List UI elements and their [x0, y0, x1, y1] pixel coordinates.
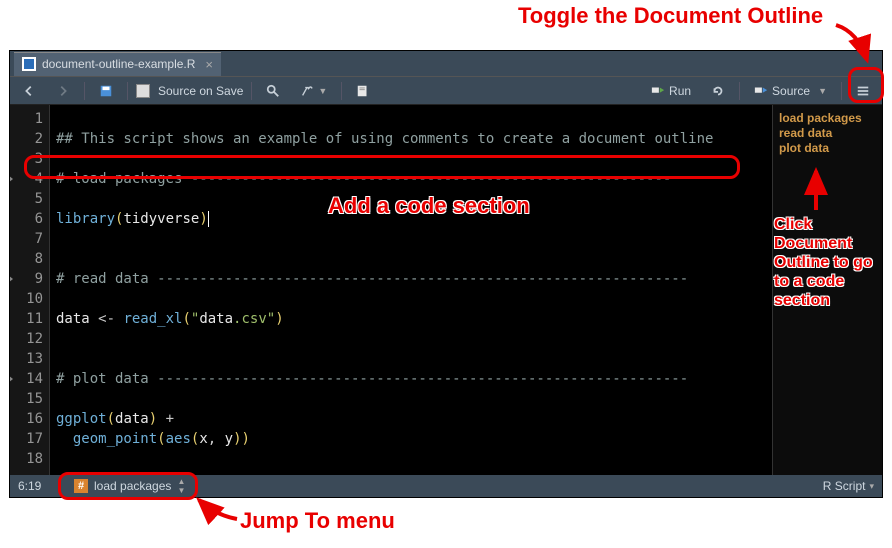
outline-item[interactable]: plot data — [777, 141, 878, 156]
annotation-toggle-outline: Toggle the Document Outline — [518, 3, 823, 29]
separator — [84, 82, 85, 100]
source-on-save-label: Source on Save — [158, 84, 243, 98]
editor-toolbar: Source on Save ▼ Run Source▼ — [10, 77, 882, 105]
cursor-position: 6:19 — [18, 479, 68, 493]
file-tab[interactable]: document-outline-example.R × — [14, 52, 221, 76]
code-tools-button[interactable]: ▼ — [294, 82, 333, 100]
compile-report-button[interactable] — [350, 82, 376, 100]
outline-item[interactable]: read data — [777, 126, 878, 141]
run-label: Run — [669, 84, 691, 98]
toggle-outline-button[interactable] — [850, 82, 876, 100]
separator — [739, 82, 740, 100]
close-tab-icon[interactable]: × — [205, 57, 213, 72]
annotation-jump-menu: Jump To menu — [240, 508, 395, 534]
separator — [841, 82, 842, 100]
language-mode[interactable]: R Script ▾ — [823, 479, 874, 493]
nav-back-button[interactable] — [16, 82, 42, 100]
file-tab-label: document-outline-example.R — [42, 57, 195, 71]
ide-window: document-outline-example.R × Source on S… — [9, 50, 883, 498]
separator — [251, 82, 252, 100]
status-bar: 6:19 # load packages ▲▼ R Script ▾ — [10, 475, 882, 497]
jump-to-label: load packages — [94, 479, 171, 493]
save-button[interactable] — [93, 82, 119, 100]
code-editor[interactable]: ## This script shows an example of using… — [50, 105, 772, 475]
source-label: Source — [772, 84, 810, 98]
tab-bar: document-outline-example.R × — [10, 51, 882, 77]
jump-to-menu[interactable]: # load packages ▲▼ — [68, 477, 191, 495]
separator — [127, 82, 128, 100]
run-button[interactable]: Run — [645, 82, 697, 100]
r-file-icon — [22, 57, 36, 71]
source-button[interactable]: Source▼ — [748, 82, 833, 100]
language-label: R Script — [823, 479, 866, 493]
source-on-save-checkbox[interactable] — [136, 84, 150, 98]
editor-body: 123456789101112131415161718 ## This scri… — [10, 105, 882, 475]
outline-item[interactable]: load packages — [777, 111, 878, 126]
arrow-jump-menu — [195, 497, 245, 527]
document-outline-panel: load packages read data plot data — [772, 105, 882, 475]
updown-icon: ▲▼ — [177, 477, 185, 495]
line-number-gutter: 123456789101112131415161718 — [10, 105, 50, 475]
find-button[interactable] — [260, 82, 286, 100]
section-icon: # — [74, 479, 88, 493]
separator — [341, 82, 342, 100]
nav-fwd-button[interactable] — [50, 82, 76, 100]
chevron-icon: ▾ — [869, 481, 874, 492]
rerun-button[interactable] — [705, 82, 731, 100]
